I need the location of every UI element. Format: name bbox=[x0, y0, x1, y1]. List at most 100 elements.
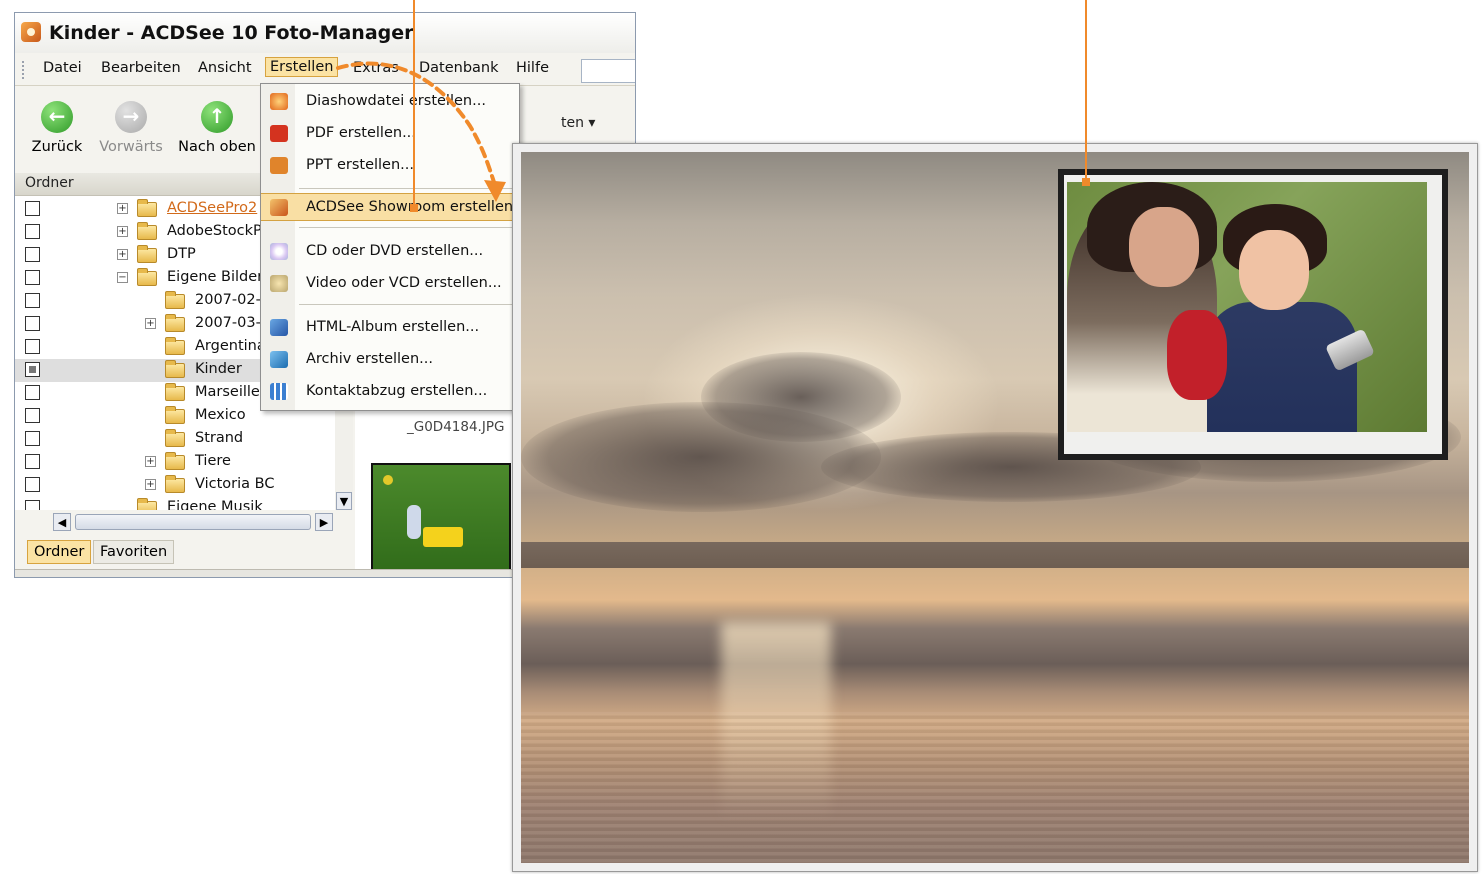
child-shape bbox=[407, 505, 421, 539]
forward-arrow-icon: → bbox=[115, 101, 147, 133]
tree-item-label: DTP bbox=[167, 246, 196, 262]
tree-checkbox[interactable] bbox=[25, 431, 40, 446]
collapse-minus-icon[interactable]: − bbox=[117, 272, 128, 283]
tree-checkbox[interactable] bbox=[25, 339, 40, 354]
tree-checkbox[interactable] bbox=[25, 247, 40, 262]
quick-search-input[interactable] bbox=[581, 59, 635, 83]
tree-checkbox[interactable] bbox=[25, 500, 40, 510]
forward-button[interactable]: → Vorwärts bbox=[99, 101, 163, 155]
tree-item-label: Eigene Musik bbox=[167, 499, 263, 510]
showroom-photo-frame[interactable] bbox=[1058, 169, 1448, 460]
tab-favoriten[interactable]: Favoriten bbox=[93, 540, 175, 564]
folder-icon bbox=[165, 314, 185, 332]
scroll-right-icon[interactable]: ▶ bbox=[315, 513, 333, 531]
expand-plus-icon[interactable]: + bbox=[145, 318, 156, 329]
up-arrow-icon: ↑ bbox=[201, 101, 233, 133]
menubar-grip-icon[interactable] bbox=[22, 61, 26, 79]
back-arrow-icon: ← bbox=[41, 101, 73, 133]
cloud-shape bbox=[701, 352, 901, 442]
tree-checkbox[interactable] bbox=[25, 270, 40, 285]
tree-checkbox[interactable] bbox=[25, 385, 40, 400]
toy-truck-shape bbox=[423, 527, 463, 547]
expand-plus-icon[interactable]: + bbox=[117, 203, 128, 214]
folder-icon bbox=[165, 429, 185, 447]
menu-ansicht[interactable]: Ansicht bbox=[198, 60, 252, 76]
folder-icon bbox=[165, 452, 185, 470]
scrollbar-thumb[interactable] bbox=[75, 514, 311, 530]
tree-checkbox[interactable] bbox=[25, 477, 40, 492]
tree-checkbox[interactable] bbox=[25, 224, 40, 239]
up-label: Nach oben bbox=[178, 139, 256, 155]
tree-checkbox[interactable] bbox=[25, 454, 40, 469]
expand-plus-icon[interactable]: + bbox=[117, 249, 128, 260]
toolbar-partial-button[interactable]: ten ▾ bbox=[561, 115, 595, 131]
pane-tabs: Ordner Favoriten bbox=[15, 540, 345, 566]
folder-icon bbox=[165, 291, 185, 309]
menu-item-label: Archiv erstellen... bbox=[306, 351, 433, 367]
tree-item-label: Kinder bbox=[195, 361, 242, 377]
menu-item-video[interactable]: Video oder VCD erstellen... bbox=[261, 270, 519, 298]
tree-checkbox[interactable] bbox=[25, 362, 40, 377]
tree-checkbox[interactable] bbox=[25, 293, 40, 308]
tree-checkbox[interactable] bbox=[25, 316, 40, 331]
forward-label: Vorwärts bbox=[99, 139, 163, 155]
tab-ordner[interactable]: Ordner bbox=[27, 540, 92, 564]
window-title: Kinder - ACDSee 10 Foto-Manager bbox=[49, 22, 414, 44]
scroll-left-icon[interactable]: ◀ bbox=[53, 513, 71, 531]
tree-item-label: 2007-02-1 bbox=[195, 292, 271, 308]
tree-item[interactable]: Strand bbox=[15, 428, 335, 451]
menu-item-label: CD oder DVD erstellen... bbox=[306, 243, 484, 259]
folder-icon bbox=[137, 222, 157, 240]
sand-ripples bbox=[521, 712, 1469, 862]
menu-item-archive[interactable]: Archiv erstellen... bbox=[261, 346, 519, 374]
tree-checkbox[interactable] bbox=[25, 201, 40, 216]
expand-plus-icon[interactable]: + bbox=[145, 479, 156, 490]
tree-item-label: Marseille bbox=[195, 384, 260, 400]
ball-shape bbox=[383, 475, 393, 485]
callout-dot bbox=[1082, 178, 1090, 186]
menu-separator bbox=[299, 227, 513, 228]
folder-icon bbox=[137, 245, 157, 263]
ppt-icon bbox=[270, 157, 288, 174]
tree-item[interactable]: + Tiere bbox=[15, 451, 335, 474]
folder-icon bbox=[165, 383, 185, 401]
tree-item[interactable]: Eigene Musik bbox=[15, 497, 335, 510]
thumbnail-image[interactable] bbox=[371, 463, 511, 577]
tree-horizontal-scrollbar[interactable]: ◀ ▶ bbox=[53, 513, 339, 533]
folder-icon bbox=[165, 337, 185, 355]
tree-item-label: AdobeStockPh bbox=[167, 223, 271, 239]
child-sleeve bbox=[1167, 310, 1227, 400]
mother-child-photo bbox=[1067, 182, 1427, 432]
folders-pane-title: Ordner bbox=[25, 175, 74, 191]
pictures-folder-icon bbox=[137, 268, 157, 286]
slideshow-icon bbox=[270, 93, 288, 110]
menu-item-label: Kontaktabzug erstellen... bbox=[306, 383, 488, 399]
menu-item-label: Video oder VCD erstellen... bbox=[306, 275, 502, 291]
title-bar: Kinder - ACDSee 10 Foto-Manager bbox=[15, 13, 635, 53]
cd-icon bbox=[270, 243, 288, 260]
expand-plus-icon[interactable]: + bbox=[145, 456, 156, 467]
menu-separator bbox=[299, 304, 513, 305]
tree-item[interactable]: + Victoria BC bbox=[15, 474, 335, 497]
expand-plus-icon[interactable]: + bbox=[117, 226, 128, 237]
menu-item-label: HTML-Album erstellen... bbox=[306, 319, 480, 335]
sea-horizon bbox=[521, 542, 1469, 568]
pdf-icon bbox=[270, 125, 288, 142]
menu-item-html-album[interactable]: HTML-Album erstellen... bbox=[261, 314, 519, 342]
menu-datei[interactable]: Datei bbox=[43, 60, 82, 76]
menu-item-cd-dvd[interactable]: CD oder DVD erstellen... bbox=[261, 238, 519, 266]
tree-item-label: 2007-03-2 bbox=[195, 315, 271, 331]
child-face bbox=[1239, 230, 1309, 310]
up-button[interactable]: ↑ Nach oben bbox=[177, 101, 257, 155]
tree-checkbox[interactable] bbox=[25, 408, 40, 423]
acdsee-app-icon bbox=[21, 22, 41, 42]
woman-face bbox=[1129, 207, 1199, 287]
back-label: Zurück bbox=[31, 139, 83, 155]
back-button[interactable]: ← Zurück bbox=[29, 101, 85, 155]
tree-item-label: Mexico bbox=[195, 407, 246, 423]
scroll-down-icon[interactable]: ▼ bbox=[336, 492, 352, 510]
menu-item-contact-sheet[interactable]: Kontaktabzug erstellen... bbox=[261, 378, 519, 406]
tree-item-label: ACDSeePro2 bbox=[167, 200, 258, 216]
menu-bearbeiten[interactable]: Bearbeiten bbox=[101, 60, 181, 76]
tree-item-label: Eigene Bilder bbox=[167, 269, 264, 285]
